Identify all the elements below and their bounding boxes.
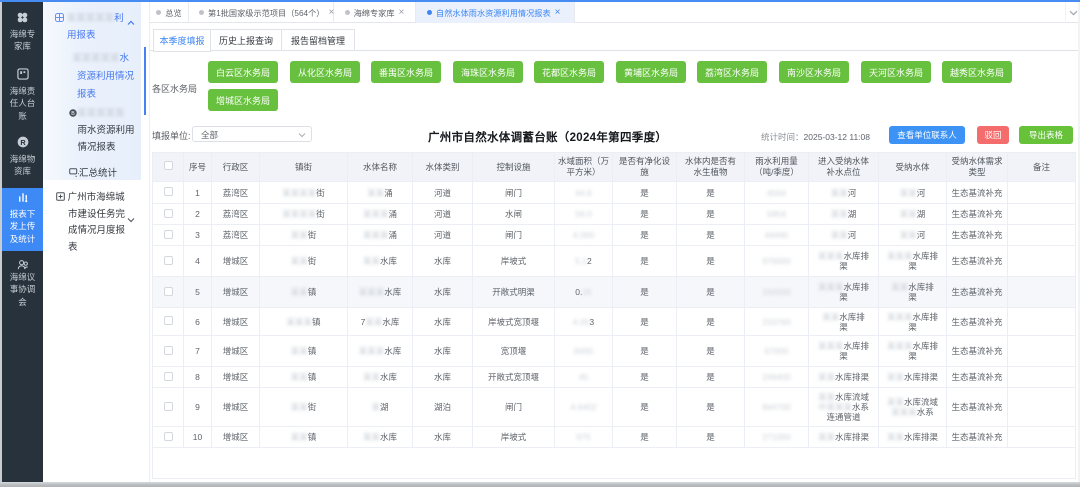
svg-text:B: B [71, 111, 75, 117]
svg-text:R: R [20, 138, 26, 147]
